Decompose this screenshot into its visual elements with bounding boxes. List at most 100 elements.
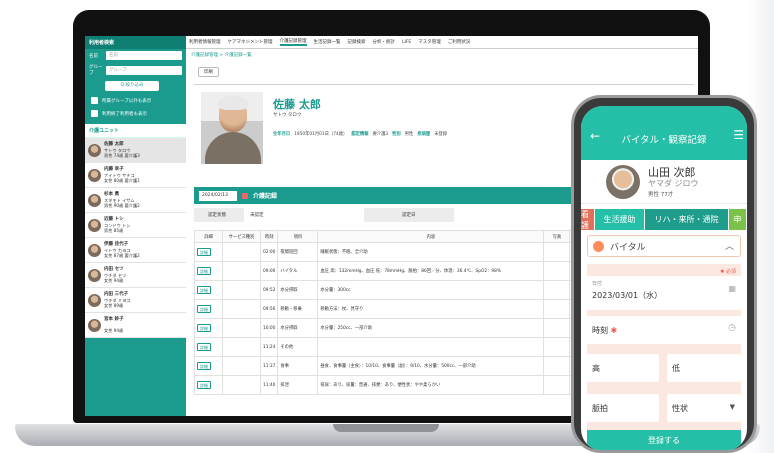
- resident-item[interactable]: 伊藤 佳代子 イトウ カヨコ 女性 87歳 要介護2: [85, 238, 186, 263]
- chevron-up-icon[interactable]: ︿: [725, 239, 734, 252]
- required-note: ✱ 必須: [720, 269, 736, 275]
- date-field[interactable]: 日付 2023/03/01（水） ▦: [587, 276, 741, 310]
- tab-rehab[interactable]: リハ・来所・通院: [645, 209, 729, 230]
- filter-button[interactable]: Q 絞り込み: [105, 81, 159, 91]
- chevron-down-icon: ▼: [729, 403, 735, 411]
- nav-life-records[interactable]: 生活記録一覧: [314, 39, 341, 45]
- group-label: グループ: [89, 65, 103, 76]
- time-field[interactable]: 時刻 ✱ ◷: [587, 316, 741, 344]
- group-input[interactable]: グループ: [106, 65, 182, 75]
- pulse-label: 脈拍: [592, 404, 608, 413]
- calendar-icon[interactable]: ▦: [728, 284, 736, 293]
- name-input[interactable]: 名前: [106, 51, 182, 60]
- col-time: 時刻: [259, 230, 279, 243]
- nav-life[interactable]: LIFE: [402, 40, 411, 45]
- checkbox-box[interactable]: [91, 110, 98, 117]
- resident-item[interactable]: 宮本 鈴子 女性 94歳: [85, 313, 186, 338]
- pulse-field[interactable]: 脈拍: [587, 394, 659, 422]
- nav-user-info[interactable]: 利用者情報管理: [189, 39, 221, 45]
- sidebar: 利用者検索 名前 名前 グループ グループ Q 絞り込み 所属グループ以外も表示…: [85, 36, 186, 416]
- sex-value: 男性: [404, 132, 414, 137]
- resident-item[interactable]: 内藤 幸子 ナイトウ サチコ 女性 80歳 要介護1: [85, 163, 186, 188]
- record-date-input[interactable]: 2024/02/13: [199, 190, 237, 201]
- phone-frame: ← バイタル・観察記録 ☰ 山田 次郎 ヤマダ ジロウ 男性 77才 看護 生活…: [571, 95, 757, 453]
- unit-title: 介護ユニット: [85, 124, 186, 138]
- resident-meta: 男性 85歳: [104, 228, 124, 233]
- nav-care-records[interactable]: 介護記録管理: [279, 38, 307, 46]
- bp-low-field[interactable]: 低: [667, 354, 741, 382]
- bp-high-field[interactable]: 高: [587, 354, 659, 382]
- bp-low-label: 低: [672, 364, 680, 373]
- resident-kana: サトウ タロウ: [104, 147, 131, 153]
- resident-item[interactable]: 内田 セツ ウチダ セツ 女性 94歳: [85, 263, 186, 288]
- cell-content: 昼食、食事量（主食）：10/10、食事量（副）：9/10、水分量：500cc、一…: [317, 356, 545, 376]
- checkbox-box[interactable]: [91, 97, 98, 104]
- resident-item[interactable]: 内田 三代子 ウチダ ミヨコ 女性 89歳: [85, 288, 186, 313]
- calendar-icon[interactable]: [242, 192, 248, 199]
- nature-select[interactable]: 性状 ▼: [667, 394, 741, 422]
- cert-label: 認定情報: [351, 132, 369, 137]
- sidebar-header: 利用者検索: [85, 36, 186, 49]
- date-value: 2023/03/01（水）: [592, 291, 663, 300]
- resident-kana: ナイトウ サチコ: [104, 172, 135, 178]
- cell-time: 11:40: [259, 375, 279, 395]
- cell-content: 水分量：300cc: [317, 280, 545, 300]
- cell-item: バイタル: [277, 261, 319, 281]
- time-label: 時刻 ✱: [592, 326, 618, 335]
- resident-kana: コンドウ トシ: [104, 222, 131, 228]
- print-button[interactable]: 印刷: [198, 67, 219, 77]
- cell-content: 睡眠状態：不眠、全介助: [317, 242, 545, 262]
- col-photo: 写真: [543, 230, 571, 243]
- clock-icon[interactable]: ◷: [728, 323, 736, 333]
- period-label: 認定日: [402, 213, 416, 218]
- nav-care-management[interactable]: ケアマネジメント管理: [228, 39, 273, 45]
- nav-analytics[interactable]: 分析・統計: [373, 39, 396, 45]
- resident-item[interactable]: 佐藤 太郎 サトウ タロウ 男性 74歳 要介護3: [85, 138, 186, 163]
- resident-kana: イトウ カヨコ: [104, 247, 131, 253]
- resident-meta: 男性 90歳 要介護2: [104, 203, 140, 208]
- submit-button[interactable]: 登録する: [587, 430, 741, 450]
- detail-button[interactable]: 詳細: [197, 267, 211, 275]
- col-service: サービス種別: [222, 230, 261, 243]
- cell-time: 11:24: [259, 337, 279, 357]
- nav-master[interactable]: マスタ管理: [418, 39, 441, 45]
- vital-section-header[interactable]: バイタル ︿: [587, 235, 741, 257]
- resident-item[interactable]: 杉本 勇スギモト イサム 男性 90歳 要介護2: [85, 188, 186, 213]
- checkbox-ended-users[interactable]: 利用終了利用者も表示: [85, 106, 186, 119]
- resident-item[interactable]: 近藤 トシ コンドウ トシ 男性 85歳: [85, 213, 186, 238]
- detail-button[interactable]: 詳細: [197, 305, 211, 313]
- detail-button[interactable]: 詳細: [197, 362, 211, 370]
- detail-button[interactable]: 詳細: [197, 343, 211, 351]
- cell-time: 09:00: [259, 261, 279, 281]
- checkbox-other-groups[interactable]: 所属グループ以外も表示: [85, 93, 186, 106]
- resident-name: 杉本 勇: [104, 192, 120, 197]
- resident-name: 内田 三代子: [104, 292, 129, 297]
- phone-screen: ← バイタル・観察記録 ☰ 山田 次郎 ヤマダ ジロウ 男性 77才 看護 生活…: [581, 106, 747, 450]
- top-nav: 利用者情報管理 ケアマネジメント管理 介護記録管理 生活記録一覧 記録検索 分析…: [186, 36, 698, 49]
- resident-name: 内藤 幸子: [104, 167, 124, 172]
- avatar: [88, 219, 101, 232]
- photo-hair: [218, 96, 248, 110]
- detail-button[interactable]: 詳細: [197, 286, 211, 294]
- resident-name: 近藤 トシ: [104, 217, 124, 222]
- cell-item: 水分摂取: [277, 318, 319, 338]
- nav-usage[interactable]: ご利用状況: [448, 39, 471, 45]
- cell-item: 食事: [277, 356, 319, 376]
- tab-nursing[interactable]: 看護: [581, 209, 595, 230]
- breadcrumb[interactable]: 介護記録管理 > 介護記録一覧: [186, 49, 698, 61]
- tab-other[interactable]: 申: [729, 209, 747, 230]
- detail-button[interactable]: 詳細: [197, 381, 211, 389]
- name-label: 名前: [89, 53, 98, 59]
- detail-button[interactable]: 詳細: [197, 248, 211, 256]
- resident-meta: 女性 94歳: [104, 278, 124, 283]
- detail-button[interactable]: 詳細: [197, 324, 211, 332]
- cell-content: [317, 337, 545, 357]
- profile-kana: サトウ タロウ: [273, 113, 302, 118]
- nav-record-search[interactable]: 記録検索: [348, 39, 366, 45]
- cell-item: 移動・移乗: [277, 299, 319, 319]
- vital-section-title: バイタル: [610, 242, 646, 253]
- resident-meta: 男性 74歳 要介護3: [104, 153, 140, 158]
- name-filter-row: 名前 名前: [85, 49, 186, 62]
- menu-icon[interactable]: ☰: [733, 128, 744, 142]
- tab-life-support[interactable]: 生活援助: [595, 209, 645, 230]
